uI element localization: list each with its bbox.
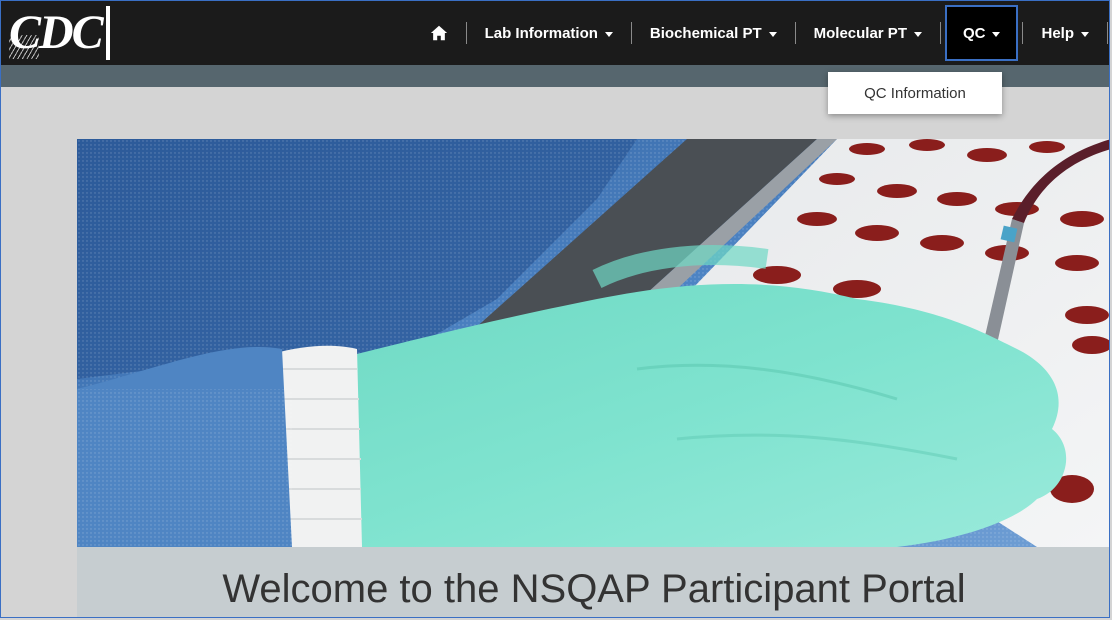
nav-home[interactable] — [412, 1, 466, 65]
welcome-panel: Welcome to the NSQAP Participant Portal — [77, 547, 1109, 617]
nav-lab-information-label: Lab Information — [484, 24, 598, 42]
qc-dropdown-menu: QC Information — [828, 72, 1002, 114]
app-frame: CDC Lab Information Biochemical PT Molec… — [0, 0, 1110, 618]
caret-down-icon — [992, 31, 1001, 37]
caret-down-icon — [1081, 31, 1089, 37]
caret-down-icon — [768, 31, 777, 37]
welcome-title: Welcome to the NSQAP Participant Portal — [222, 567, 966, 611]
nav-menu: Lab Information Biochemical PT Molecular… — [412, 1, 1109, 65]
nav-divider — [939, 22, 941, 44]
logo-stripes — [9, 35, 39, 59]
nav-molecular-pt[interactable]: Molecular PT — [796, 1, 940, 65]
logo-bar — [105, 6, 110, 60]
nav-molecular-pt-label: Molecular PT — [813, 24, 907, 42]
hero-carousel[interactable] — [77, 139, 1109, 547]
nav-help[interactable]: Help — [1023, 1, 1107, 65]
nav-qc-label: QC — [962, 24, 986, 42]
dropdown-item-qc-information[interactable]: QC Information — [864, 85, 966, 102]
nav-biochemical-pt-label: Biochemical PT — [649, 24, 762, 42]
nav-help-label: Help — [1041, 24, 1074, 42]
home-icon — [430, 25, 447, 41]
caret-down-icon — [604, 31, 613, 37]
nav-qc[interactable]: QC — [944, 5, 1019, 61]
hero-image — [77, 139, 1109, 547]
nav-divider — [1107, 22, 1108, 44]
nav-lab-information[interactable]: Lab Information — [467, 1, 631, 65]
caret-down-icon — [913, 31, 922, 37]
top-navbar: CDC Lab Information Biochemical PT Molec… — [1, 1, 1109, 65]
cdc-logo[interactable]: CDC — [9, 5, 110, 61]
nav-biochemical-pt[interactable]: Biochemical PT — [632, 1, 795, 65]
